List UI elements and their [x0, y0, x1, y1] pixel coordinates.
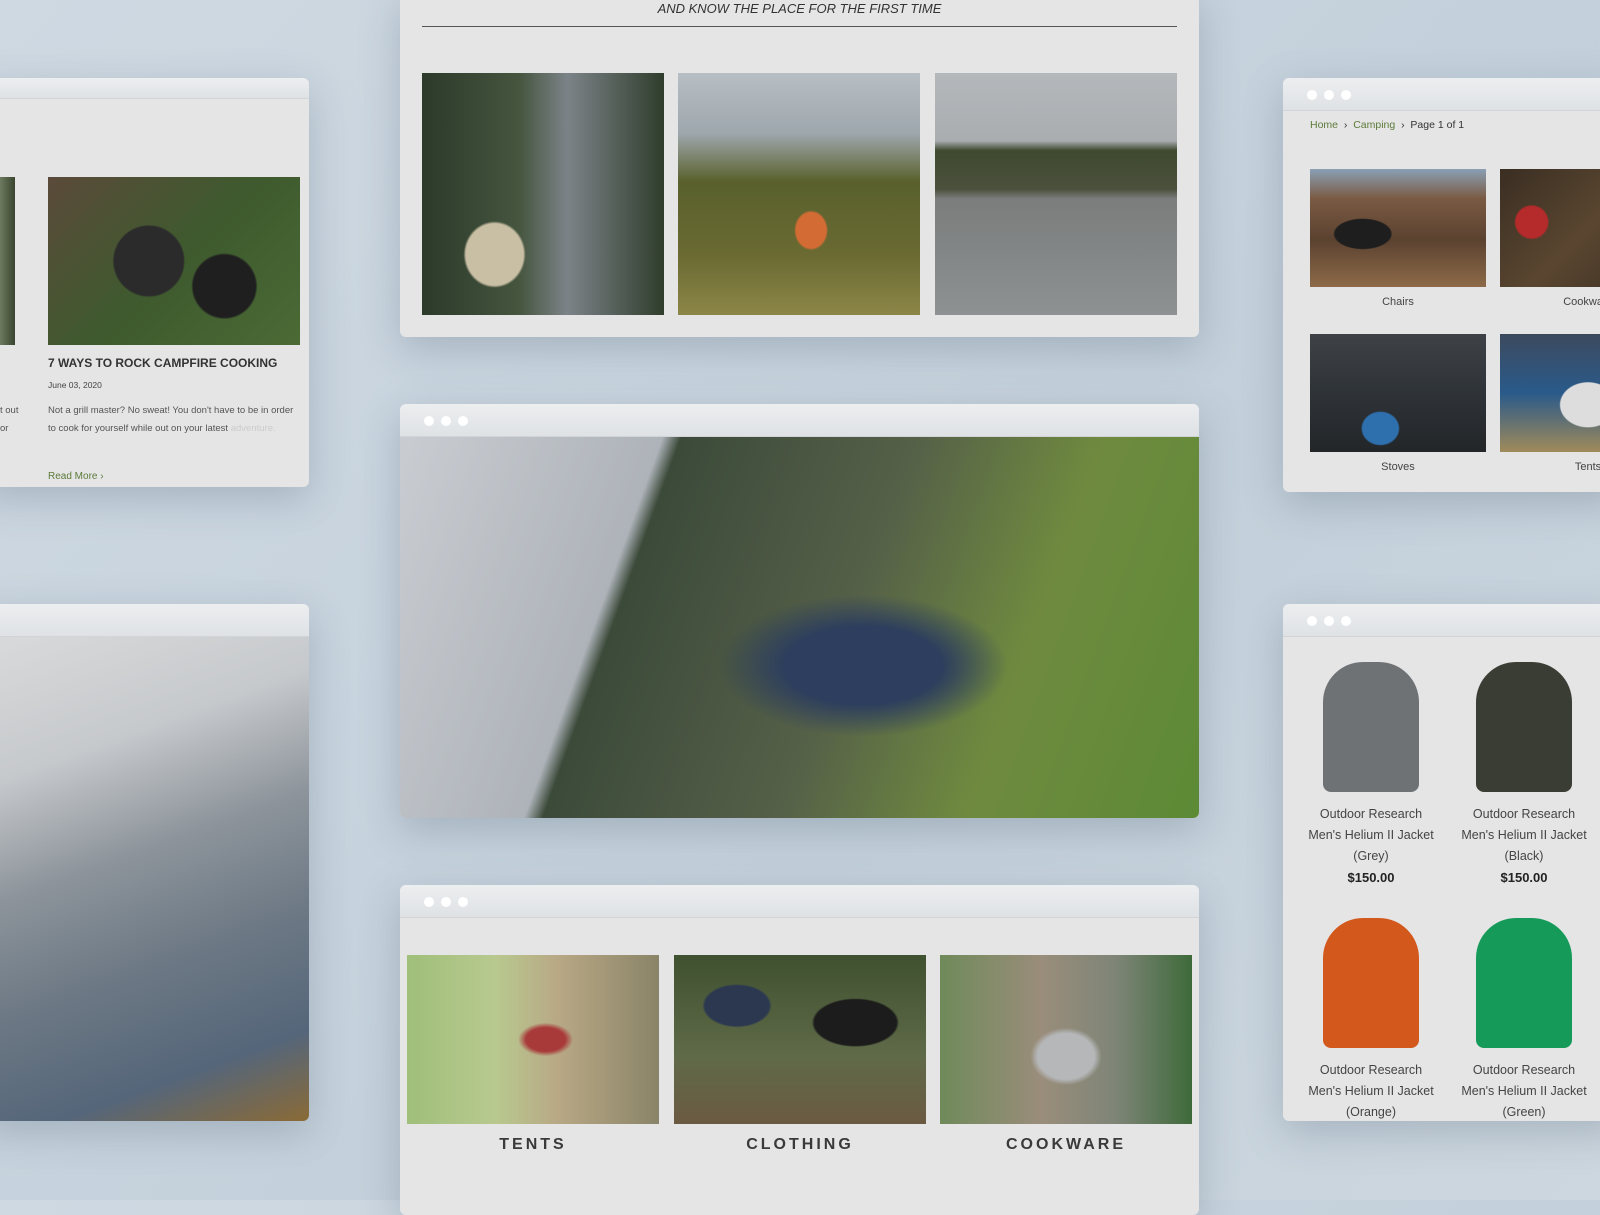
product-name: Men's Helium II Jacket: [1308, 1084, 1434, 1098]
jacket-image: [1476, 918, 1572, 1048]
blog-excerpt: Not a grill master? No sweat! You don't …: [48, 405, 294, 434]
category-label-clothing[interactable]: CLOTHING: [674, 1136, 926, 1154]
product-price: $150.00: [1347, 870, 1395, 885]
product-price: $150.00: [1500, 870, 1548, 885]
chevron-right-icon: ›: [1398, 119, 1408, 131]
blog-date: June 03, 2020: [48, 380, 102, 390]
blog-card: 7 WAYS TO ROCK CAMPFIRE COOKING June 03,…: [0, 78, 309, 487]
product-name: Men's Helium II Jacket: [1461, 828, 1587, 842]
blog-image[interactable]: [48, 177, 300, 345]
jacket-image: [1323, 918, 1419, 1048]
product-brand: Outdoor Research: [1472, 807, 1576, 821]
breadcrumb-current: Page 1 of 1: [1410, 119, 1465, 131]
shop-label-tents[interactable]: Tents: [1500, 461, 1600, 473]
read-more-link[interactable]: Read More ›: [48, 471, 104, 482]
jacket-image: [1323, 662, 1419, 792]
window-bar: [1283, 78, 1600, 111]
gallery-image-tent[interactable]: [678, 73, 920, 315]
window-bar: [0, 78, 309, 99]
landscape-card: [0, 604, 309, 1121]
products-card: Outdoor Research Men's Helium II Jacket …: [1283, 604, 1600, 1121]
product-orange-jacket[interactable]: Outdoor Research Men's Helium II Jacket …: [1296, 918, 1446, 1121]
shop-image-chairs[interactable]: [1310, 169, 1486, 287]
blog-title[interactable]: 7 WAYS TO ROCK CAMPFIRE COOKING: [48, 356, 277, 370]
chevron-right-icon: ›: [100, 471, 104, 482]
hero-image: [400, 437, 1199, 818]
breadcrumb-camping[interactable]: Camping: [1353, 119, 1395, 131]
shop-image-stoves[interactable]: [1310, 334, 1486, 452]
divider: [422, 26, 1177, 27]
category-image-cookware[interactable]: [940, 955, 1192, 1124]
product-grey-jacket[interactable]: Outdoor Research Men's Helium II Jacket …: [1296, 662, 1446, 888]
window-bar: [400, 885, 1199, 918]
categories-card: TENTS CLOTHING COOKWARE: [400, 885, 1199, 1215]
jacket-image: [1476, 662, 1572, 792]
product-name: Men's Helium II Jacket: [1308, 828, 1434, 842]
product-black-jacket[interactable]: Outdoor Research Men's Helium II Jacket …: [1449, 662, 1599, 888]
breadcrumb: Home › Camping › Page 1 of 1: [1310, 119, 1464, 131]
gallery-tagline: AND KNOW THE PLACE FOR THE FIRST TIME: [657, 1, 942, 16]
shop-label-stoves[interactable]: Stoves: [1310, 461, 1486, 473]
product-green-jacket[interactable]: Outdoor Research Men's Helium II Jacket …: [1449, 918, 1599, 1121]
product-brand: Outdoor Research: [1319, 1063, 1423, 1077]
category-label-tents[interactable]: TENTS: [407, 1136, 659, 1154]
blog-thumb-prev[interactable]: [0, 177, 15, 345]
hero-card: [400, 404, 1199, 818]
category-image-clothing[interactable]: [674, 955, 926, 1124]
product-brand: Outdoor Research: [1319, 807, 1423, 821]
category-label-cookware[interactable]: COOKWARE: [940, 1136, 1192, 1154]
chevron-right-icon: ›: [1340, 119, 1351, 131]
window-bar: [1283, 604, 1600, 637]
shop-label-cookware[interactable]: Cookware: [1500, 296, 1600, 308]
breadcrumb-home[interactable]: Home: [1310, 119, 1338, 131]
prev-excerpt-fragment: t out or: [0, 405, 19, 434]
gallery-image-lake[interactable]: [935, 73, 1177, 315]
shop-image-cookware[interactable]: [1500, 169, 1600, 287]
gallery-card: AND KNOW THE PLACE FOR THE FIRST TIME: [400, 0, 1199, 337]
shop-card: Home › Camping › Page 1 of 1 Chairs Cook…: [1283, 78, 1600, 492]
window-bar: [0, 604, 309, 637]
mountain-image: [0, 637, 309, 1121]
shop-image-tents[interactable]: [1500, 334, 1600, 452]
gallery-image-van[interactable]: [422, 73, 664, 315]
product-variant: (Grey): [1353, 849, 1389, 863]
product-variant: (Orange): [1345, 1105, 1397, 1119]
product-name: Men's Helium II Jacket: [1461, 1084, 1587, 1098]
product-brand: Outdoor Research: [1472, 1063, 1576, 1077]
product-variant: (Black): [1504, 849, 1544, 863]
window-bar: [400, 404, 1199, 437]
category-image-tents[interactable]: [407, 955, 659, 1124]
product-variant: (Green): [1502, 1105, 1546, 1119]
shop-label-chairs[interactable]: Chairs: [1310, 296, 1486, 308]
